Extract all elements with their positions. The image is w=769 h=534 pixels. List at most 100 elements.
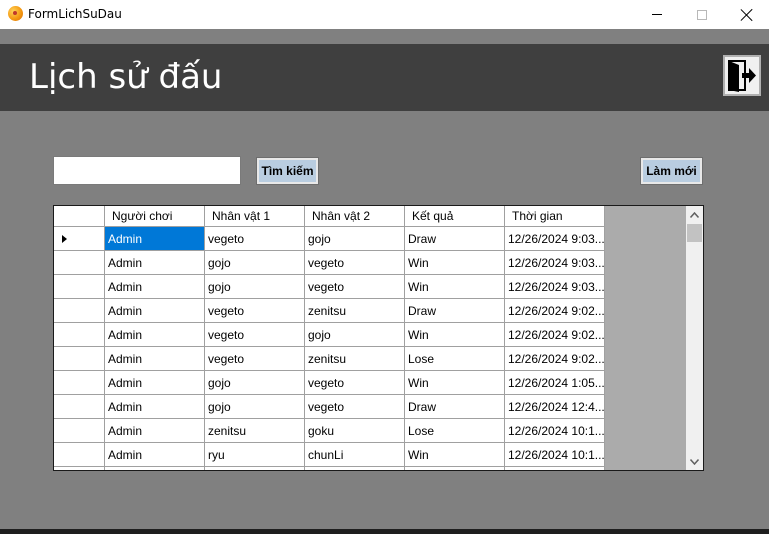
bottom-edge: [0, 529, 769, 534]
table-cell[interactable]: vegeto: [205, 227, 305, 251]
vertical-scrollbar[interactable]: [686, 206, 703, 470]
refresh-button[interactable]: Làm mới: [640, 157, 703, 185]
table-cell[interactable]: vegeto: [205, 347, 305, 371]
table-cell[interactable]: Draw: [405, 227, 505, 251]
table-cell[interactable]: Win: [405, 371, 505, 395]
table-cell[interactable]: 12/26/2024 12:4...: [505, 395, 605, 419]
scroll-up-button[interactable]: [686, 206, 703, 223]
table-cell[interactable]: [405, 467, 505, 470]
row-header[interactable]: [54, 395, 105, 419]
exit-button[interactable]: [723, 55, 761, 96]
table-cell[interactable]: vegeto: [205, 299, 305, 323]
table-cell[interactable]: Admin: [105, 227, 205, 251]
table-cell[interactable]: Win: [405, 323, 505, 347]
table-cell[interactable]: vegeto: [205, 323, 305, 347]
table-cell[interactable]: chunLi: [305, 443, 405, 467]
table-cell[interactable]: Admin: [105, 275, 205, 299]
row-header[interactable]: [54, 467, 105, 470]
table-cell[interactable]: zenitsu: [305, 299, 405, 323]
table-cell[interactable]: vegeto: [305, 371, 405, 395]
table-cell[interactable]: 12/26/2024 1:05...: [505, 371, 605, 395]
table-cell[interactable]: [305, 467, 405, 470]
table-row[interactable]: Admin gojo vegeto Draw 12/26/2024 12:4...: [54, 395, 605, 419]
column-header[interactable]: Kết quả: [405, 206, 505, 227]
row-header[interactable]: [54, 419, 105, 443]
table-row[interactable]: Admin vegeto zenitsu Lose 12/26/2024 9:02...: [54, 347, 605, 371]
history-grid[interactable]: Người chơi Nhân vật 1 Nhân vật 2 Kết quả Thờ…: [53, 205, 704, 471]
table-cell[interactable]: gojo: [205, 251, 305, 275]
table-cell[interactable]: gojo: [305, 227, 405, 251]
table-cell[interactable]: 12/26/2024 9:02...: [505, 323, 605, 347]
table-cell[interactable]: zenitsu: [305, 347, 405, 371]
row-header[interactable]: [54, 275, 105, 299]
close-button[interactable]: [724, 0, 769, 29]
table-cell[interactable]: Admin: [105, 251, 205, 275]
table-cell[interactable]: 12/26/2024 10:1...: [505, 419, 605, 443]
table-row[interactable]: Admin gojo vegeto Win 12/26/2024 9:03...: [54, 251, 605, 275]
window-title: FormLichSuDau: [28, 7, 122, 21]
table-cell[interactable]: Lose: [405, 419, 505, 443]
table-cell[interactable]: 12/26/2024 9:03...: [505, 227, 605, 251]
table-row[interactable]: Admin vegeto gojo Draw 12/26/2024 9:03...: [54, 227, 605, 251]
column-header[interactable]: Người chơi: [105, 206, 205, 227]
table-cell[interactable]: vegeto: [305, 275, 405, 299]
row-header[interactable]: [54, 251, 105, 275]
table-cell[interactable]: 12/26/2024 9:03...: [505, 251, 605, 275]
table-cell[interactable]: Admin: [105, 419, 205, 443]
table-cell[interactable]: Admin: [105, 443, 205, 467]
search-input[interactable]: [53, 156, 241, 185]
table-cell[interactable]: gojo: [205, 395, 305, 419]
table-cell[interactable]: vegeto: [305, 251, 405, 275]
table-row[interactable]: Admin vegeto gojo Win 12/26/2024 9:02...: [54, 323, 605, 347]
table-cell[interactable]: goku: [305, 419, 405, 443]
column-header[interactable]: Nhân vật 2: [305, 206, 405, 227]
table-cell[interactable]: Win: [405, 275, 505, 299]
row-header[interactable]: [54, 443, 105, 467]
row-header[interactable]: [54, 323, 105, 347]
row-header[interactable]: [54, 371, 105, 395]
column-header[interactable]: Nhân vật 1: [205, 206, 305, 227]
column-header[interactable]: Thời gian: [505, 206, 605, 227]
minimize-button[interactable]: [634, 0, 680, 29]
table-cell[interactable]: Admin: [105, 323, 205, 347]
table-row[interactable]: Admin gojo vegeto Win 12/26/2024 1:05...: [54, 371, 605, 395]
close-icon: [741, 9, 753, 21]
table-cell[interactable]: Admin: [105, 347, 205, 371]
table-cell[interactable]: Win: [405, 443, 505, 467]
table-row[interactable]: [54, 467, 605, 470]
row-header[interactable]: [54, 299, 105, 323]
table-cell[interactable]: Draw: [405, 299, 505, 323]
table-cell[interactable]: ryu: [205, 443, 305, 467]
table-cell[interactable]: Admin: [105, 371, 205, 395]
table-cell[interactable]: [505, 467, 605, 470]
table-cell[interactable]: gojo: [305, 323, 405, 347]
table-cell[interactable]: Win: [405, 251, 505, 275]
table-cell[interactable]: [105, 467, 205, 470]
table-cell[interactable]: vegeto: [305, 395, 405, 419]
table-row[interactable]: Admin ryu chunLi Win 12/26/2024 10:1...: [54, 443, 605, 467]
table-cell[interactable]: gojo: [205, 275, 305, 299]
table-cell[interactable]: zenitsu: [205, 419, 305, 443]
table-cell[interactable]: Lose: [405, 347, 505, 371]
maximize-button[interactable]: [679, 0, 725, 29]
current-row-arrow-icon: [62, 234, 67, 243]
table-cell[interactable]: [205, 467, 305, 470]
row-header[interactable]: [54, 227, 105, 251]
table-row[interactable]: Admin zenitsu goku Lose 12/26/2024 10:1...: [54, 419, 605, 443]
table-cell[interactable]: 12/26/2024 10:1...: [505, 443, 605, 467]
table-row[interactable]: Admin vegeto zenitsu Draw 12/26/2024 9:02...: [54, 299, 605, 323]
search-button[interactable]: Tìm kiếm: [256, 157, 319, 185]
table-cell[interactable]: Admin: [105, 299, 205, 323]
row-header-corner: [54, 206, 105, 227]
table-cell[interactable]: Admin: [105, 395, 205, 419]
scroll-thumb[interactable]: [687, 224, 702, 242]
scroll-down-button[interactable]: [686, 453, 703, 470]
chevron-down-icon: [690, 458, 699, 465]
row-header[interactable]: [54, 347, 105, 371]
table-cell[interactable]: 12/26/2024 9:03...: [505, 275, 605, 299]
table-cell[interactable]: Draw: [405, 395, 505, 419]
table-cell[interactable]: gojo: [205, 371, 305, 395]
table-cell[interactable]: 12/26/2024 9:02...: [505, 347, 605, 371]
table-cell[interactable]: 12/26/2024 9:02...: [505, 299, 605, 323]
table-row[interactable]: Admin gojo vegeto Win 12/26/2024 9:03...: [54, 275, 605, 299]
